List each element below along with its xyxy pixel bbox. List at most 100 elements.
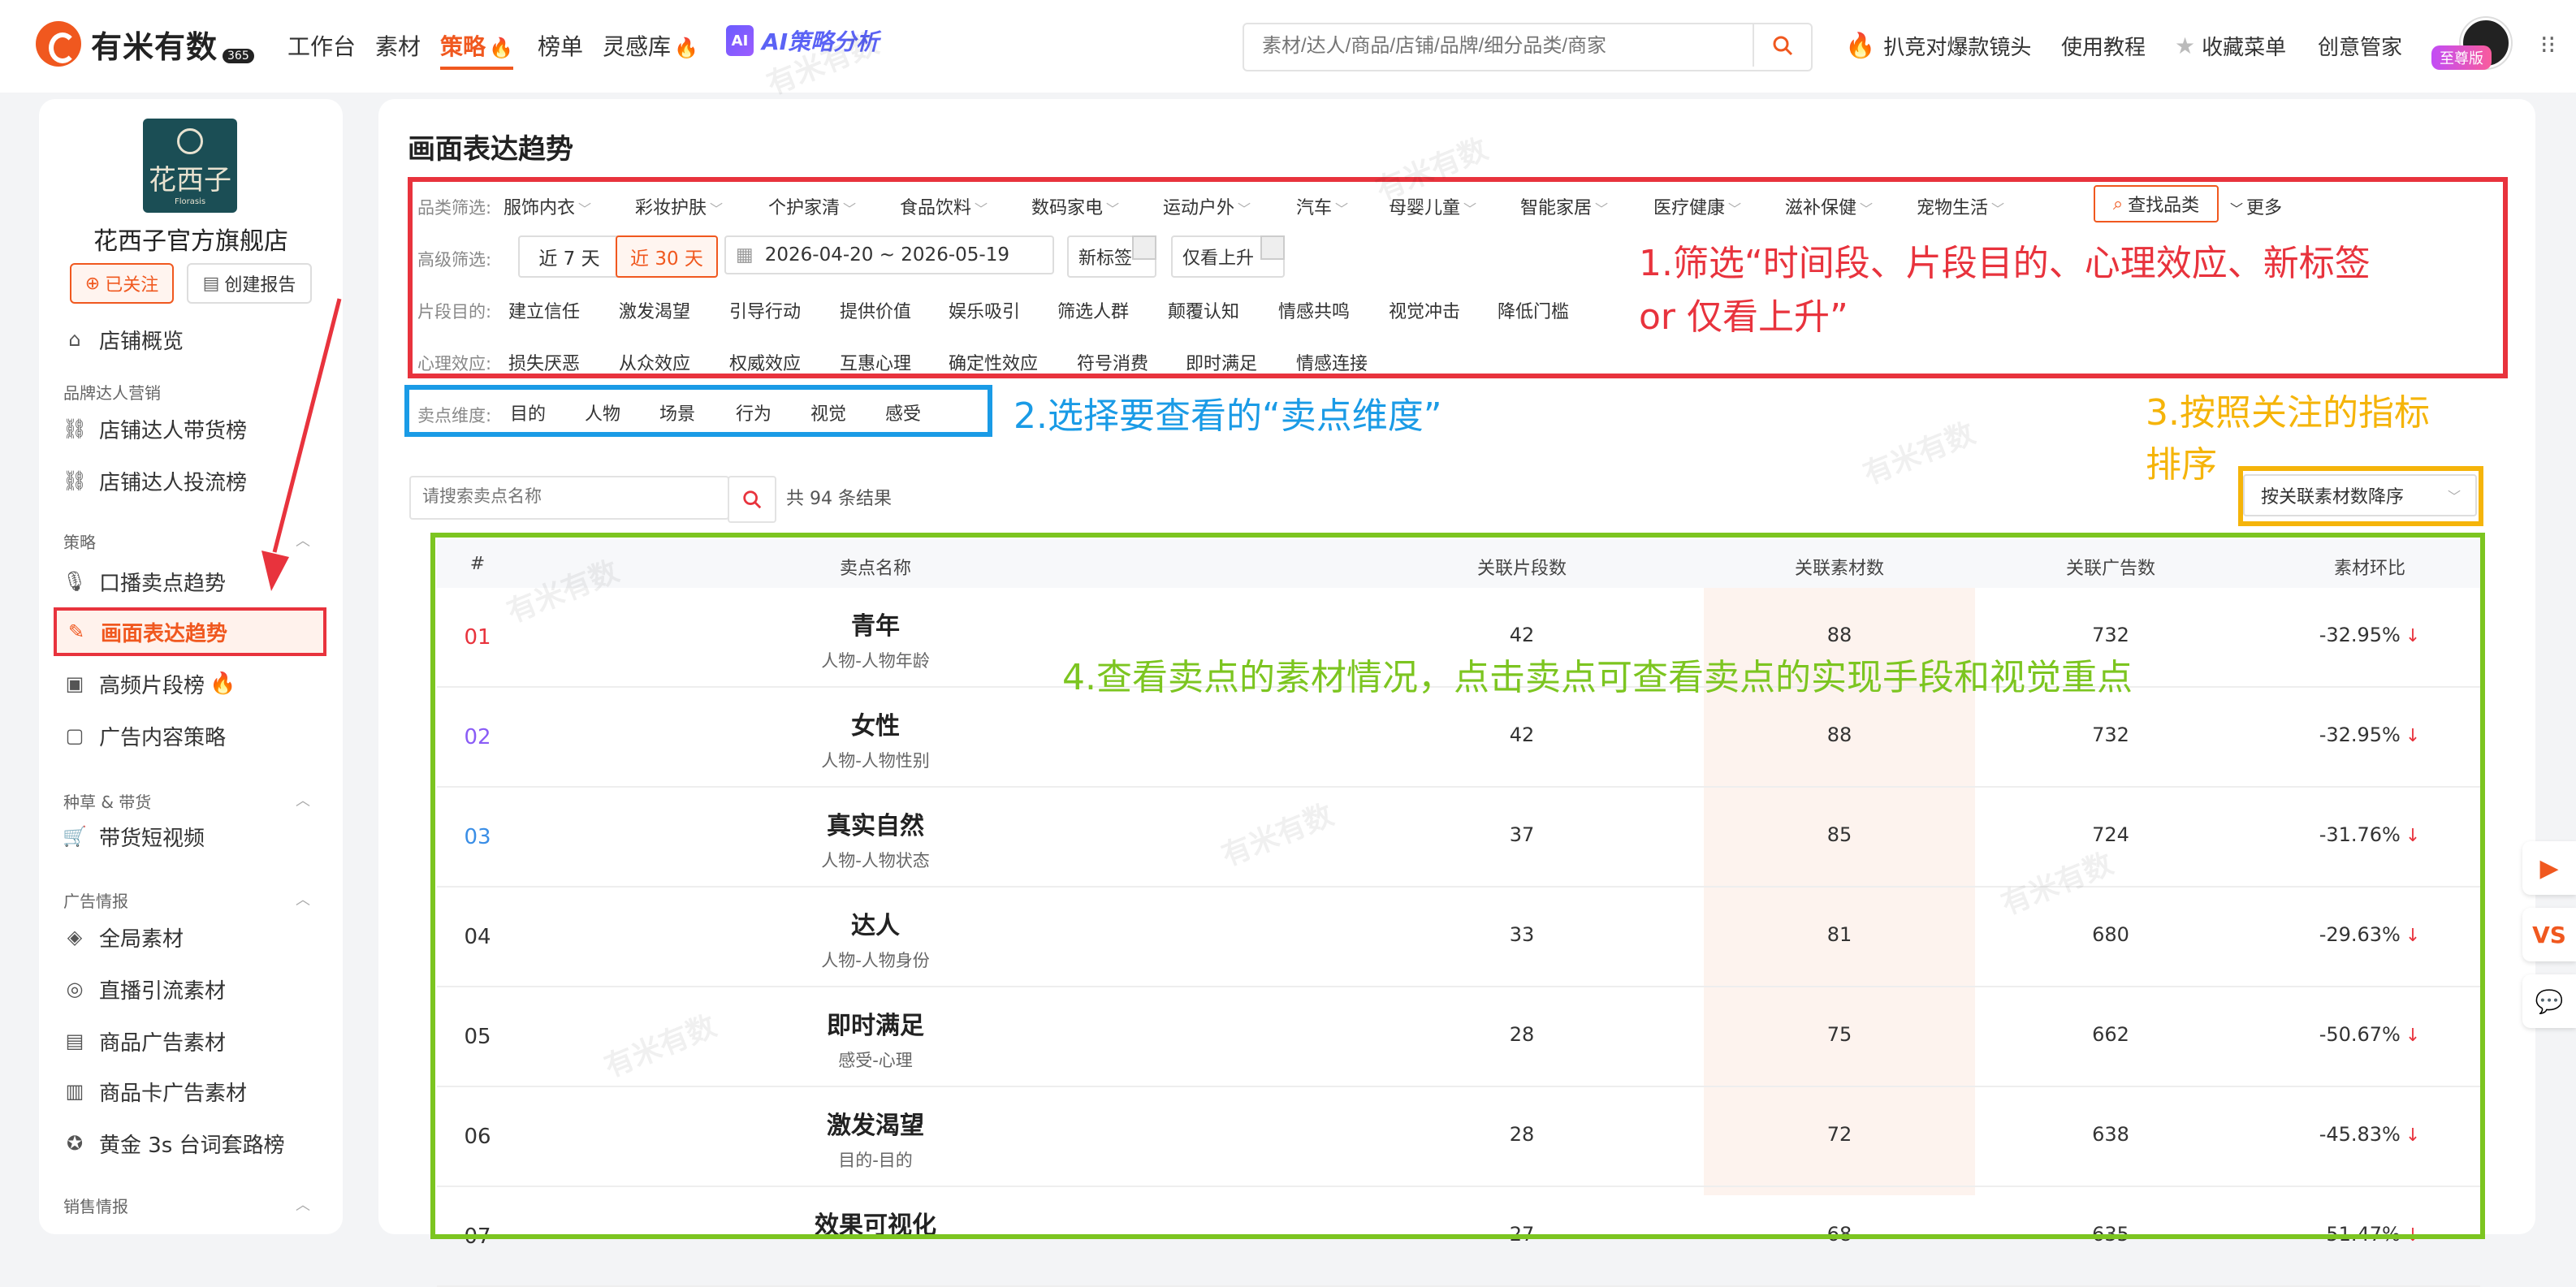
nav-label: 素材: [375, 33, 421, 60]
nav-strategy[interactable]: 策略 🔥: [440, 29, 513, 70]
collapse-caret-icon[interactable]: ︿: [296, 1194, 310, 1215]
group-strategy: 策略: [63, 533, 96, 552]
sidebar-item-label: 商品广告素材: [99, 1030, 227, 1056]
dimension-filter-row: 卖点维度: 目的 人物 场景 行为 视觉 感受: [417, 391, 1002, 432]
shop-logo-en: Florasis: [174, 197, 206, 206]
sidebar-item-label: 黄金 3s 台词套路榜: [99, 1133, 285, 1158]
report-icon: ▤: [202, 273, 220, 294]
doc-icon: ▢: [65, 724, 84, 747]
competitor-shots-link[interactable]: 🔥 扒竞对爆款镜头: [1845, 31, 2031, 61]
sidebar-item-label: 高频片段榜: [99, 673, 205, 698]
sidebar-item-label: 带货短视频: [99, 826, 205, 851]
nav-material[interactable]: 素材: [375, 29, 421, 62]
link-label: 收藏菜单: [2202, 36, 2287, 60]
followed-icon: ⊕: [84, 273, 101, 294]
group-seeding: 种草 & 带货: [63, 792, 152, 812]
link-icon: ⛓: [62, 469, 88, 492]
nav-inspiration[interactable]: 灵感库 🔥: [603, 29, 698, 62]
sidebar-item-label: 广告内容策略: [99, 725, 227, 750]
sidebar-item-label: 画面表达趋势: [101, 621, 228, 646]
nav-ranking[interactable]: 榜单: [538, 29, 583, 62]
link-label: 扒竞对爆款镜头: [1883, 36, 2032, 60]
live-icon: ◎: [66, 978, 84, 1000]
sidebar-item-label: 商品卡广告素材: [99, 1081, 248, 1106]
selling-point-search-input[interactable]: [411, 477, 733, 516]
selling-point-search: [409, 476, 733, 520]
sidebar-item-visual-trend[interactable]: ✎ 画面表达趋势: [54, 607, 326, 656]
dimension-option[interactable]: 人物: [585, 399, 620, 425]
follow-label: 已关注: [105, 275, 159, 296]
annotation-sort-line2: 排序: [2146, 444, 2217, 486]
sidebar-item-hf-clips[interactable]: ▣ 高频片段榜 🔥: [63, 659, 331, 708]
follow-button[interactable]: ⊕ 已关注: [70, 263, 174, 304]
vip-tool-button[interactable]: VS: [2522, 908, 2576, 961]
sidebar-item-label: 直播引流素材: [99, 978, 227, 1004]
group-sales-intel: 销售情报: [63, 1197, 128, 1216]
chat-icon: 💬: [2535, 987, 2564, 1015]
nav-workbench[interactable]: 工作台: [287, 29, 356, 62]
collapse-caret-icon[interactable]: ︿: [296, 888, 310, 909]
medal-icon: ✪: [66, 1132, 84, 1155]
clip-icon: ▣: [65, 672, 84, 695]
sidebar-item-product-card-ad[interactable]: ▥ 商品卡广告素材: [63, 1067, 331, 1116]
sort-select[interactable]: 按关联素材数降序 ﹀: [2243, 474, 2477, 516]
link-label: 使用教程: [2061, 36, 2146, 60]
dimension-option[interactable]: 行为: [736, 399, 772, 425]
shop-name: 花西子官方旗舰店: [93, 227, 288, 256]
search-icon: [1773, 36, 1793, 56]
shop-logo-cn: 花西子: [149, 164, 231, 197]
vs-icon: VS: [2532, 921, 2566, 948]
dimension-option[interactable]: 视觉: [810, 399, 846, 425]
link-icon: ⛓: [62, 417, 88, 440]
hot-fire-icon: 🔥: [674, 37, 698, 59]
search-icon: [743, 490, 762, 509]
annotation-arrow: [261, 298, 342, 591]
creative-manager-link[interactable]: 创意管家: [2318, 31, 2402, 61]
shop-logo-mark-icon: [177, 128, 203, 154]
brand-name: 有米有数: [91, 28, 218, 65]
filter-label: 卖点维度:: [417, 406, 492, 425]
app-grid-icon[interactable]: ⁝⁝: [2540, 31, 2556, 59]
ai-strategy-entry[interactable]: AI AI策略分析: [726, 24, 879, 57]
collapse-caret-icon[interactable]: ︿: [296, 789, 310, 810]
tutorial-link[interactable]: 使用教程: [2061, 31, 2146, 61]
nav-label: 工作台: [287, 33, 357, 60]
brand-badge: 365: [223, 49, 254, 63]
group-ad-intel: 广告情报: [63, 892, 128, 911]
sidebar-item-label: 口播卖点趋势: [99, 571, 227, 596]
sort-value: 按关联素材数降序: [2261, 487, 2405, 507]
sidebar: 花西子 Florasis 花西子官方旗舰店 ⊕ 已关注 ▤ 创建报告 ⌂ 店铺概览…: [39, 99, 343, 1234]
image-edit-icon: ✎: [67, 620, 85, 643]
play-icon: ▶: [2539, 853, 2559, 883]
dimension-option[interactable]: 目的: [510, 399, 546, 425]
sidebar-item-ad-strategy[interactable]: ▢ 广告内容策略: [63, 711, 331, 760]
hot-fire-icon: 🔥: [210, 672, 236, 696]
global-search: [1243, 23, 1813, 71]
layers-icon: ◈: [67, 926, 83, 948]
brand-logo[interactable]: 有米有数 365: [36, 19, 254, 68]
mic-icon: 🎙: [62, 570, 88, 593]
chat-tool-button[interactable]: 💬: [2522, 974, 2576, 1028]
cart-icon: 🛒: [63, 825, 87, 848]
result-count: 共 94 条结果: [786, 489, 892, 509]
dimension-option[interactable]: 场景: [659, 399, 695, 425]
sidebar-item-live-material[interactable]: ◎ 直播引流素材: [63, 965, 331, 1013]
sidebar-item-label: 店铺概览: [99, 329, 184, 354]
sidebar-item-short-video[interactable]: 🛒 带货短视频: [63, 812, 331, 861]
chevron-down-icon: ﹀: [2447, 489, 2461, 504]
sidebar-item-product-ad[interactable]: ▤ 商品广告素材: [63, 1017, 331, 1065]
sidebar-item-all-material[interactable]: ◈ 全局素材: [63, 913, 331, 961]
selling-point-search-button[interactable]: [728, 476, 776, 523]
annotation-dimension: 2.选择要查看的“卖点维度”: [1014, 395, 1442, 437]
top-header: 有米有数 365 工作台 素材 策略🔥 榜单 灵感库🔥 AI AI策略分析 🔥 …: [0, 0, 2576, 93]
nav-label: 策略: [440, 33, 486, 60]
dimension-option[interactable]: 感受: [885, 399, 921, 425]
search-button[interactable]: [1753, 24, 1811, 67]
global-search-input[interactable]: [1244, 24, 1751, 68]
star-icon: ★: [2175, 32, 2196, 59]
favorites-menu-link[interactable]: ★ 收藏菜单: [2175, 31, 2286, 61]
sidebar-item-golden3s[interactable]: ✪ 黄金 3s 台词套路榜: [63, 1119, 331, 1168]
flame-icon: 🔥: [1845, 32, 1876, 60]
hot-fire-icon: 🔥: [489, 37, 513, 59]
video-tool-button[interactable]: ▶: [2522, 841, 2576, 895]
